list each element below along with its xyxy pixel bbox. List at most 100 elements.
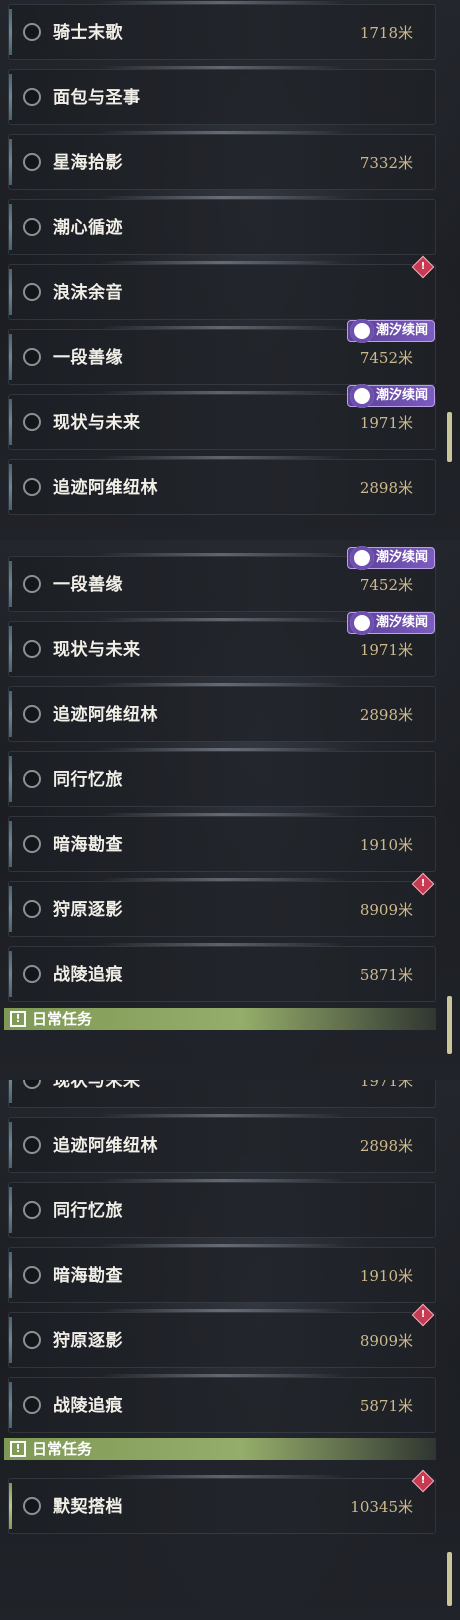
radio-icon[interactable] [23,348,41,366]
badge-label: 潮汐续闻 [375,615,428,630]
section-title: 日常任务 [32,1010,93,1028]
quest-title: 骑士末歌 [53,23,123,43]
quest-panel-1: 骑士末歌 1718米 面包与圣事 星海拾影 7332米 潮心循迹 浪沫余音 ! … [0,0,460,540]
quest-row[interactable]: 追迹阿维纽林 2898米 [8,456,436,515]
section-title: 日常任务 [32,1440,93,1458]
quest-row[interactable]: 暗海勘查 1910米 [8,1244,436,1303]
alert-icon: ! [411,1303,435,1327]
daily-section-header[interactable]: ! 日常任务 [4,1438,436,1460]
quest-distance: 1910米 [359,836,413,854]
quest-title: 狩原逐影 [53,1331,123,1351]
scrollbar[interactable] [447,1552,452,1606]
quest-row[interactable]: 星海拾影 7332米 [8,131,436,190]
quest-row[interactable]: 追迹阿维纽林 2898米 [8,1114,436,1173]
radio-icon[interactable] [23,965,41,983]
quest-distance: 5871米 [359,1397,413,1415]
quest-title: 浪沫余音 [53,283,123,303]
quest-row[interactable]: 狩原逐影 8909米 ! [8,872,436,937]
quest-row[interactable]: 一段善缘 7452米 潮汐续闻 [8,546,436,612]
swirl-icon [349,611,374,635]
radio-icon[interactable] [23,1266,41,1284]
alert-icon: ! [411,1469,435,1493]
scrollbar[interactable] [447,996,452,1054]
radio-icon[interactable] [23,705,41,723]
radio-icon[interactable] [23,153,41,171]
swirl-icon [349,319,374,343]
quest-row[interactable]: 同行忆旅 [8,748,436,807]
radio-icon[interactable] [23,218,41,236]
quest-title: 暗海勘查 [53,1266,123,1286]
radio-icon[interactable] [23,1497,41,1515]
quest-distance: 1718米 [359,24,413,42]
quest-panel-3: 现状与未来 1971米 追迹阿维纽林 2898米 同行忆旅 暗海勘查 1910米… [0,1080,460,1620]
quest-row[interactable]: 现状与未来 1971米 潮汐续闻 [8,384,436,450]
alert-icon: ! [411,872,435,896]
tide-story-badge: 潮汐续闻 [346,611,435,635]
radio-icon[interactable] [23,1331,41,1349]
quest-row[interactable]: 浪沫余音 ! [8,255,436,320]
radio-icon[interactable] [23,575,41,593]
quest-distance: 2898米 [359,706,413,724]
quest-title: 追迹阿维纽林 [53,705,158,725]
quest-title: 战陵追痕 [53,965,123,985]
quest-title: 追迹阿维纽林 [53,478,158,498]
quest-row[interactable]: 现状与未来 1971米 潮汐续闻 [8,611,436,677]
quest-title: 默契搭档 [53,1497,123,1517]
quest-title: 现状与未来 [53,640,141,660]
quest-title: 潮心循迹 [53,218,123,238]
radio-icon[interactable] [23,835,41,853]
alert-icon: ! [411,255,435,279]
quest-row[interactable]: 追迹阿维纽林 2898米 [8,683,436,742]
quest-row[interactable]: 面包与圣事 [8,66,436,125]
radio-icon[interactable] [23,23,41,41]
daily-section-header[interactable]: ! 日常任务 [4,1008,436,1030]
quest-row[interactable]: 现状与未来 1971米 [8,1080,436,1108]
quest-title: 现状与未来 [53,1080,141,1091]
radio-icon[interactable] [23,770,41,788]
quest-title: 追迹阿维纽林 [53,1136,158,1156]
quest-title: 同行忆旅 [53,770,123,790]
tide-story-badge: 潮汐续闻 [346,319,435,343]
quest-row[interactable]: 潮心循迹 [8,196,436,255]
quest-distance: 1971米 [359,1080,413,1090]
quest-row[interactable]: 默契搭档 10345米 ! [8,1469,436,1534]
radio-icon[interactable] [23,478,41,496]
quest-row[interactable]: 狩原逐影 8909米 ! [8,1303,436,1368]
exclamation-icon: ! [10,1441,26,1457]
radio-icon[interactable] [23,283,41,301]
badge-label: 潮汐续闻 [375,388,428,403]
quest-row[interactable]: 暗海勘查 1910米 [8,813,436,872]
radio-icon[interactable] [23,1136,41,1154]
quest-title: 现状与未来 [53,413,141,433]
quest-distance: 5871米 [359,966,413,984]
quest-row[interactable]: 同行忆旅 [8,1179,436,1238]
radio-icon[interactable] [23,413,41,431]
exclamation-icon: ! [10,1011,26,1027]
quest-distance: 1910米 [359,1267,413,1285]
scrollbar[interactable] [447,412,452,462]
quest-title: 同行忆旅 [53,1201,123,1221]
badge-label: 潮汐续闻 [375,550,428,565]
tide-story-badge: 潮汐续闻 [346,384,435,408]
quest-distance: 2898米 [359,479,413,497]
quest-title: 面包与圣事 [53,88,141,108]
quest-row[interactable]: 一段善缘 7452米 潮汐续闻 [8,319,436,385]
radio-icon[interactable] [23,1080,41,1089]
quest-distance: 7332米 [359,154,413,172]
quest-title: 一段善缘 [53,575,123,595]
quest-distance: 2898米 [359,1137,413,1155]
radio-icon[interactable] [23,1201,41,1219]
badge-label: 潮汐续闻 [375,323,428,338]
radio-icon[interactable] [23,900,41,918]
radio-icon[interactable] [23,88,41,106]
quest-row[interactable]: 战陵追痕 5871米 [8,943,436,1002]
quest-distance: 10345米 [350,1498,413,1516]
tide-story-badge: 潮汐续闻 [346,546,435,570]
radio-icon[interactable] [23,640,41,658]
quest-row[interactable]: 骑士末歌 1718米 [8,1,436,60]
quest-row[interactable]: 战陵追痕 5871米 [8,1374,436,1433]
radio-icon[interactable] [23,1396,41,1414]
quest-distance: 8909米 [359,901,413,919]
quest-title: 狩原逐影 [53,900,123,920]
quest-title: 一段善缘 [53,348,123,368]
